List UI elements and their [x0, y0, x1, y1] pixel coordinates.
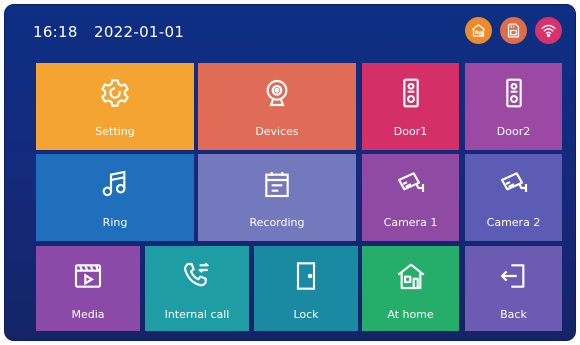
- gear-icon: [101, 79, 129, 107]
- door1-tile[interactable]: Door1: [362, 63, 459, 150]
- at-home-tile[interactable]: At home: [362, 246, 459, 331]
- ring-tile[interactable]: Ring: [36, 154, 194, 241]
- intercom-screen: 16:18 2022-01-01 Setting Devices Door1 D…: [4, 4, 576, 341]
- door-station-icon: [402, 78, 419, 108]
- calendar-icon: [265, 172, 289, 198]
- camera1-tile[interactable]: Camera 1: [362, 154, 459, 241]
- wifi-icon[interactable]: [535, 17, 562, 44]
- door-icon: [296, 262, 316, 290]
- lock-tile[interactable]: Lock: [254, 246, 358, 331]
- video-file-icon: [74, 264, 102, 288]
- tile-label: Camera 2: [486, 216, 541, 229]
- internal-call-tile[interactable]: Internal call: [145, 246, 249, 331]
- tile-label: At home: [387, 308, 434, 321]
- tile-label: Ring: [102, 216, 128, 229]
- tile-label: Internal call: [164, 308, 230, 321]
- recording-tile[interactable]: Recording: [198, 154, 356, 241]
- media-tile[interactable]: Media: [36, 246, 140, 331]
- date-display: 2022-01-01: [94, 23, 185, 41]
- devices-tile[interactable]: Devices: [198, 63, 356, 150]
- tile-label: Recording: [249, 216, 305, 229]
- tile-label: Back: [500, 308, 527, 321]
- cctv-camera-icon: [397, 172, 424, 192]
- phone-transfer-icon: [183, 262, 209, 287]
- camera2-tile[interactable]: Camera 2: [465, 154, 562, 241]
- time-display: 16:18: [33, 23, 78, 41]
- door2-tile[interactable]: Door2: [465, 63, 562, 150]
- tile-label: Media: [71, 308, 105, 321]
- exit-icon: [500, 264, 524, 288]
- back-tile[interactable]: Back: [465, 246, 562, 331]
- tile-label: Door1: [393, 125, 428, 138]
- tile-label: Devices: [255, 125, 299, 138]
- tile-label: Setting: [95, 125, 135, 138]
- tile-label: Camera 1: [383, 216, 438, 229]
- house-icon: [397, 263, 424, 290]
- home-mode-icon[interactable]: [465, 17, 492, 44]
- sd-card-icon[interactable]: [500, 17, 527, 44]
- status-bar: 16:18 2022-01-01: [5, 5, 575, 57]
- music-note-icon: [102, 170, 126, 197]
- cctv-camera-icon: [500, 172, 527, 192]
- tile-label: Door2: [496, 125, 531, 138]
- setting-tile[interactable]: Setting: [36, 63, 194, 150]
- door-station-icon: [505, 78, 522, 108]
- tile-label: Lock: [293, 308, 319, 321]
- webcam-icon: [266, 79, 288, 107]
